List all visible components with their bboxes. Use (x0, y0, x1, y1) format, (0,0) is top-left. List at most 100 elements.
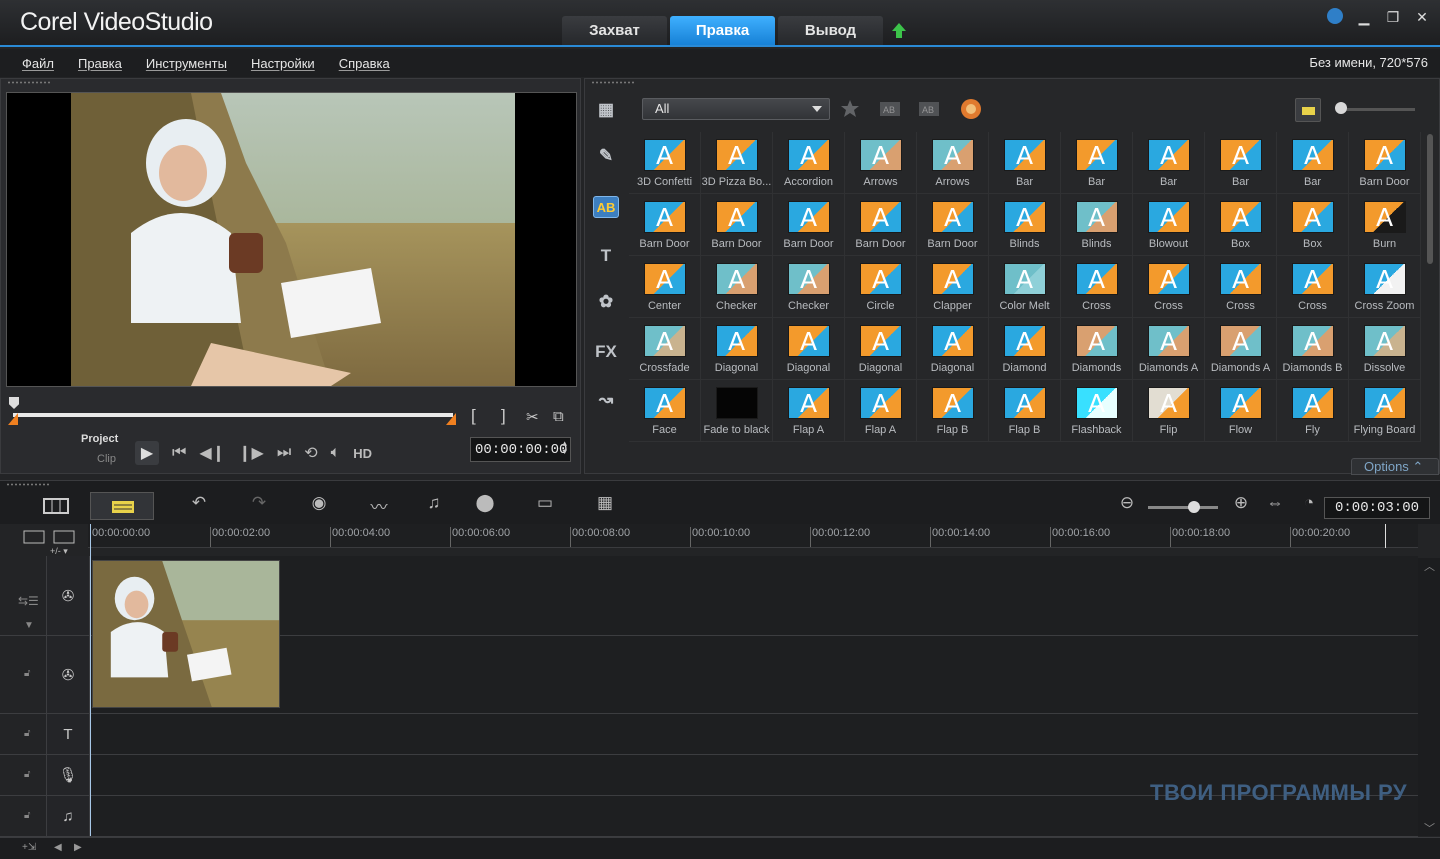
upload-arrow-icon[interactable] (890, 22, 908, 40)
path-icon[interactable]: ↝ (593, 389, 619, 411)
menu-file[interactable]: Файл (22, 56, 54, 71)
mark-out-button[interactable]: ] (501, 406, 506, 426)
online-content-icon[interactable] (959, 98, 983, 120)
motion-tracking-icon[interactable]: ⬤ (472, 493, 498, 513)
transition-item[interactable]: A Box (1205, 194, 1277, 256)
apply-to-all-icon[interactable]: AB (879, 98, 903, 120)
scroll-up-icon[interactable]: ︿ (1424, 558, 1435, 574)
clip-mode-label[interactable]: Clip (97, 453, 116, 465)
title-track-body[interactable] (90, 714, 1418, 754)
transition-item[interactable]: A Diamonds B (1277, 318, 1349, 380)
transition-item[interactable]: A Arrows (845, 132, 917, 194)
transition-item[interactable]: A Barn Door (917, 194, 989, 256)
zoom-slider-knob[interactable] (1188, 501, 1200, 513)
home-icon[interactable]: ⏮ (172, 444, 186, 462)
transition-item[interactable]: A Flying Board (1349, 380, 1421, 442)
transition-item[interactable]: A Diamond (989, 318, 1061, 380)
options-button[interactable]: Options ⌃ (1351, 458, 1439, 475)
redo-icon[interactable]: ↷ (246, 493, 272, 513)
transition-item[interactable]: A Checker (773, 256, 845, 318)
project-duration-timecode[interactable]: 0:00:03:00 (1324, 497, 1430, 519)
end-icon[interactable]: ⏭ (277, 444, 291, 462)
project-mode-label[interactable]: Project (81, 433, 118, 445)
transition-item[interactable]: A Burn (1349, 194, 1421, 256)
title-track-header[interactable]: T (46, 714, 90, 754)
transition-item[interactable]: A Crossfade (629, 318, 701, 380)
transition-item[interactable]: A Checker (701, 256, 773, 318)
video-clip-thumbnail[interactable] (92, 560, 280, 708)
gallery-dropdown[interactable]: All (642, 98, 830, 120)
mark-in-button[interactable]: [ (471, 406, 476, 426)
video-track-body[interactable] (90, 556, 1418, 635)
media-icon[interactable]: ▦ (593, 99, 619, 121)
zoom-slider[interactable] (1148, 506, 1218, 509)
transition-item[interactable]: A Bar (1133, 132, 1205, 194)
overlay-track-header[interactable]: ✇ (46, 636, 90, 713)
transition-item[interactable]: A Blowout (1133, 194, 1205, 256)
zoom-in-icon[interactable]: ⊕ (1228, 493, 1254, 513)
scrubber-handle[interactable] (9, 397, 19, 409)
timecode-stepper-icon[interactable]: ▲ ▼ (562, 441, 567, 457)
overlay-track-body[interactable] (90, 636, 1418, 713)
fit-project-icon[interactable]: ⇔ (1262, 493, 1288, 513)
menu-settings[interactable]: Настройки (251, 56, 315, 71)
timeline-ruler[interactable]: 00:00:00:00 00:00:02:00 00:00:04:00 00:00:0… (88, 524, 1418, 548)
menu-edit[interactable]: Правка (78, 56, 122, 71)
music-track-header[interactable]: ♫ (46, 796, 90, 836)
undo-icon[interactable]: ↶ (186, 493, 212, 513)
transition-item[interactable]: A Box (1277, 194, 1349, 256)
transition-item[interactable]: A Flap A (773, 380, 845, 442)
scroll-right-icon[interactable]: ▶ (74, 842, 82, 853)
transition-item[interactable]: A Face (629, 380, 701, 442)
transition-item[interactable]: A Bar (989, 132, 1061, 194)
tab-share[interactable]: Вывод (778, 16, 883, 45)
sound-mixer-icon[interactable]: 〰 (366, 493, 392, 517)
transition-item[interactable]: Fade to black (701, 380, 773, 442)
transition-item[interactable]: A Bar (1205, 132, 1277, 194)
instant-project-icon[interactable]: ✎ (593, 145, 619, 167)
project-duration-icon[interactable]: ◔ (1296, 493, 1322, 513)
transition-item[interactable]: A Flow (1205, 380, 1277, 442)
timeline-grip[interactable] (6, 483, 50, 486)
panel-grip[interactable] (7, 81, 51, 84)
close-icon[interactable]: ✕ (1414, 9, 1430, 26)
transition-item[interactable]: A Flap B (917, 380, 989, 442)
zoom-out-icon[interactable]: ⊖ (1114, 493, 1140, 513)
transition-item[interactable]: A Cross (1061, 256, 1133, 318)
enlarge-icon[interactable]: ⧉ (553, 408, 564, 425)
transition-item[interactable]: A 3D Pizza Bo... (701, 132, 773, 194)
transition-item[interactable]: A Barn Door (845, 194, 917, 256)
thumbnail-view-button[interactable] (1295, 98, 1321, 122)
ripple-edit-icon[interactable]: ⇆☰ (18, 594, 39, 608)
hd-preview-button[interactable]: HD (353, 446, 372, 461)
music-lock-icon[interactable]: 🔓︎ (24, 810, 30, 821)
transition-item[interactable]: A Diagonal (701, 318, 773, 380)
record-capture-icon[interactable]: ◉ (306, 493, 332, 513)
transition-item[interactable]: A Cross (1133, 256, 1205, 318)
menu-tools[interactable]: Инструменты (146, 56, 227, 71)
transition-item[interactable]: A Fly (1277, 380, 1349, 442)
transition-item[interactable]: A Dissolve (1349, 318, 1421, 380)
overlay-lock-icon[interactable]: 🔓︎ (24, 668, 30, 679)
graphic-icon[interactable]: ✿ (593, 291, 619, 313)
transition-item[interactable]: A Color Melt (989, 256, 1061, 318)
minimize-icon[interactable]: ▁ (1356, 9, 1372, 26)
transition-item[interactable]: A Barn Door (701, 194, 773, 256)
play-icon[interactable]: ▶ (135, 441, 159, 465)
transition-item[interactable]: A Diagonal (845, 318, 917, 380)
transition-item[interactable]: A Cross Zoom (1349, 256, 1421, 318)
timeline-view-button[interactable] (90, 492, 154, 520)
timeline-vertical-scrollbar[interactable]: ︿ ﹀ (1418, 558, 1440, 836)
transition-item[interactable]: A Barn Door (773, 194, 845, 256)
transition-item[interactable]: A Barn Door (1349, 132, 1421, 194)
menu-help[interactable]: Справка (339, 56, 390, 71)
timeline-playhead-line[interactable] (90, 524, 91, 836)
scroll-left-icon[interactable]: ◀ (54, 842, 62, 853)
transition-item[interactable]: A Flap B (989, 380, 1061, 442)
transition-item[interactable]: A Bar (1277, 132, 1349, 194)
video-track-header[interactable]: ✇ (46, 556, 90, 635)
voice-track-header[interactable]: 🎙︎ (46, 755, 90, 795)
auto-music-icon[interactable]: ♫ (421, 493, 447, 513)
repeat-icon[interactable]: ⟲ (304, 443, 317, 463)
player-timecode[interactable]: 00:00:00:00 ▲ ▼ (470, 437, 571, 462)
